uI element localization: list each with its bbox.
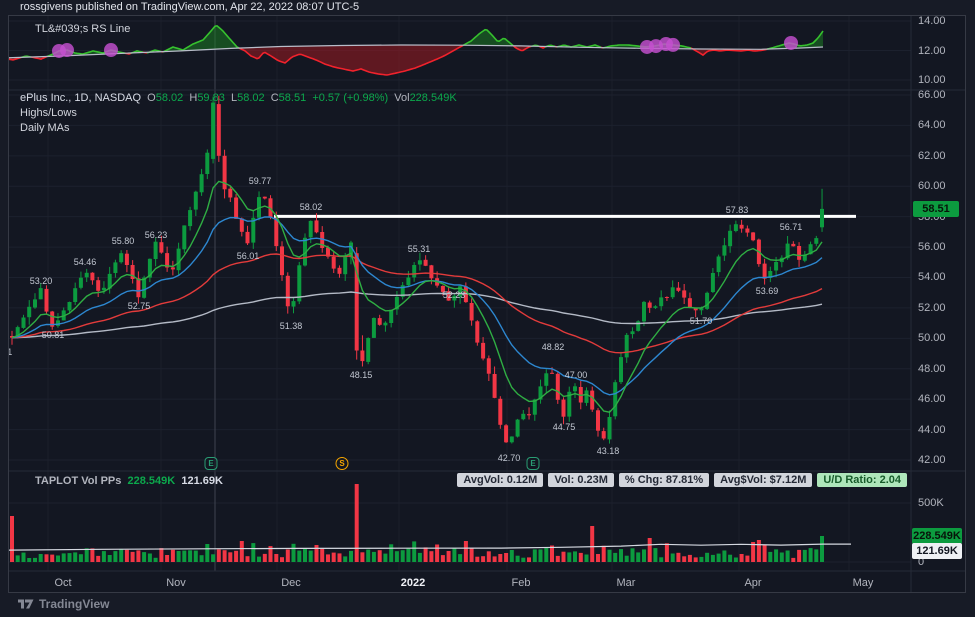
- tradingview-logo[interactable]: TradingView: [18, 597, 109, 611]
- indicator-highs-lows[interactable]: Highs/Lows: [20, 107, 77, 119]
- y-axis-tick: 46.00: [918, 393, 946, 405]
- price-swing-label: 51.38: [280, 321, 303, 331]
- stat-badge: AvgVol: 0.12M: [457, 473, 543, 487]
- tradingview-logo-icon: [18, 598, 34, 610]
- price-swing-label: 43.18: [597, 446, 620, 456]
- y-axis-tick: 60.00: [918, 180, 946, 192]
- average-volume-badge: 121.69K: [912, 543, 962, 559]
- price-swing-label: 52.23: [443, 290, 466, 300]
- y-axis-tick: 52.00: [918, 302, 946, 314]
- x-axis-label: May: [853, 577, 874, 589]
- price-swing-label: 49.71: [8, 347, 12, 357]
- y-axis-tick: 44.00: [918, 424, 946, 436]
- volume-legend-part: TAPLOT Vol PPs: [35, 475, 128, 487]
- legend-part: 228.549K: [410, 92, 457, 104]
- stat-badge: Avg$Vol: $7.12M: [714, 473, 812, 487]
- earnings-badge[interactable]: E: [527, 457, 540, 470]
- legend-part: O: [147, 92, 156, 104]
- price-swing-label: 57.83: [726, 205, 749, 215]
- price-swing-label: 47.00: [565, 370, 588, 380]
- y-axis-tick: 66.00: [918, 89, 946, 101]
- y-axis-tick: 500K: [918, 497, 944, 509]
- y-axis-tick: 48.00: [918, 363, 946, 375]
- volume-stats-badges: AvgVol: 0.12M Vol: 0.23M % Chg: 87.81% Avg$…: [452, 473, 907, 487]
- price-swing-label: 52.75: [128, 301, 151, 311]
- earnings-badge[interactable]: E: [205, 457, 218, 470]
- price-swing-label: 53.20: [30, 276, 53, 286]
- legend-part: 58.02: [237, 92, 271, 104]
- legend-part: 58.51: [279, 92, 313, 104]
- x-axis-label: 2022: [401, 577, 425, 589]
- last-price-badge: 58.51: [913, 201, 959, 217]
- x-axis-label: Mar: [617, 577, 636, 589]
- stat-badge: U/D Ratio: 2.04: [817, 473, 907, 487]
- volume-legend-part: 121.69K: [181, 475, 223, 487]
- price-swing-label: 55.31: [408, 244, 431, 254]
- price-swing-label: 59.77: [249, 176, 272, 186]
- y-axis-tick: 10.00: [918, 74, 946, 86]
- price-swing-label: 54.46: [74, 257, 97, 267]
- price-swing-label: 48.15: [350, 370, 373, 380]
- y-axis-tick: 50.00: [918, 332, 946, 344]
- legend-part: ePlus Inc., 1D, NASDAQ: [20, 92, 147, 104]
- y-axis-tick: 56.00: [918, 241, 946, 253]
- symbol-legend[interactable]: ePlus Inc., 1D, NASDAQ O58.02 H59.83 L58…: [20, 92, 457, 104]
- x-axis-label: Oct: [54, 577, 71, 589]
- publish-text: rossgivens published on TradingView.com,…: [20, 1, 359, 13]
- x-axis-label: Nov: [166, 577, 186, 589]
- y-axis-tick: 62.00: [918, 150, 946, 162]
- price-swing-label: 53.69: [756, 286, 779, 296]
- x-axis-label: Feb: [512, 577, 531, 589]
- price-swing-label: 56.71: [780, 222, 803, 232]
- chart-widget: TL&#039;s RS Line ePlus Inc., 1D, NASDAQ…: [8, 15, 966, 593]
- legend-part: +0.57 (+0.98%): [312, 92, 394, 104]
- price-swing-label: 56.01: [237, 251, 260, 261]
- legend-part: C: [271, 92, 279, 104]
- price-swing-label: 58.02: [300, 202, 323, 212]
- volume-indicator-legend[interactable]: TAPLOT Vol PPs 228.549K 121.69K: [35, 475, 223, 487]
- tradingview-logo-text: TradingView: [39, 597, 109, 611]
- current-volume-badge: 228.549K: [912, 528, 962, 544]
- volume-legend-part: 228.549K: [128, 475, 182, 487]
- stat-badge: % Chg: 87.81%: [619, 473, 709, 487]
- y-axis-tick: 14.00: [918, 15, 946, 27]
- y-axis-tick: 54.00: [918, 271, 946, 283]
- price-swing-label: 51.70: [690, 316, 713, 326]
- chart-overlays: TL&#039;s RS Line ePlus Inc., 1D, NASDAQ…: [9, 16, 965, 592]
- price-swing-label: 56.23: [145, 230, 168, 240]
- y-axis-tick: 64.00: [918, 119, 946, 131]
- price-swing-label: 44.75: [553, 422, 576, 432]
- x-axis-label: Apr: [744, 577, 761, 589]
- price-swing-label: 50.81: [42, 330, 65, 340]
- price-swing-label: 42.70: [498, 453, 521, 463]
- price-swing-label: 55.80: [112, 236, 135, 246]
- split-badge[interactable]: S: [336, 457, 349, 470]
- y-axis-tick: 42.00: [918, 454, 946, 466]
- legend-part: 58.02: [156, 92, 190, 104]
- legend-part: Vol: [394, 92, 409, 104]
- legend-part: 59.83: [197, 92, 231, 104]
- rs-indicator-title[interactable]: TL&#039;s RS Line: [35, 23, 130, 35]
- x-axis-label: Dec: [281, 577, 301, 589]
- indicator-daily-mas[interactable]: Daily MAs: [20, 122, 70, 134]
- stat-badge: Vol: 0.23M: [548, 473, 614, 487]
- price-swing-label: 48.82: [542, 342, 565, 352]
- y-axis-tick: 12.00: [918, 45, 946, 57]
